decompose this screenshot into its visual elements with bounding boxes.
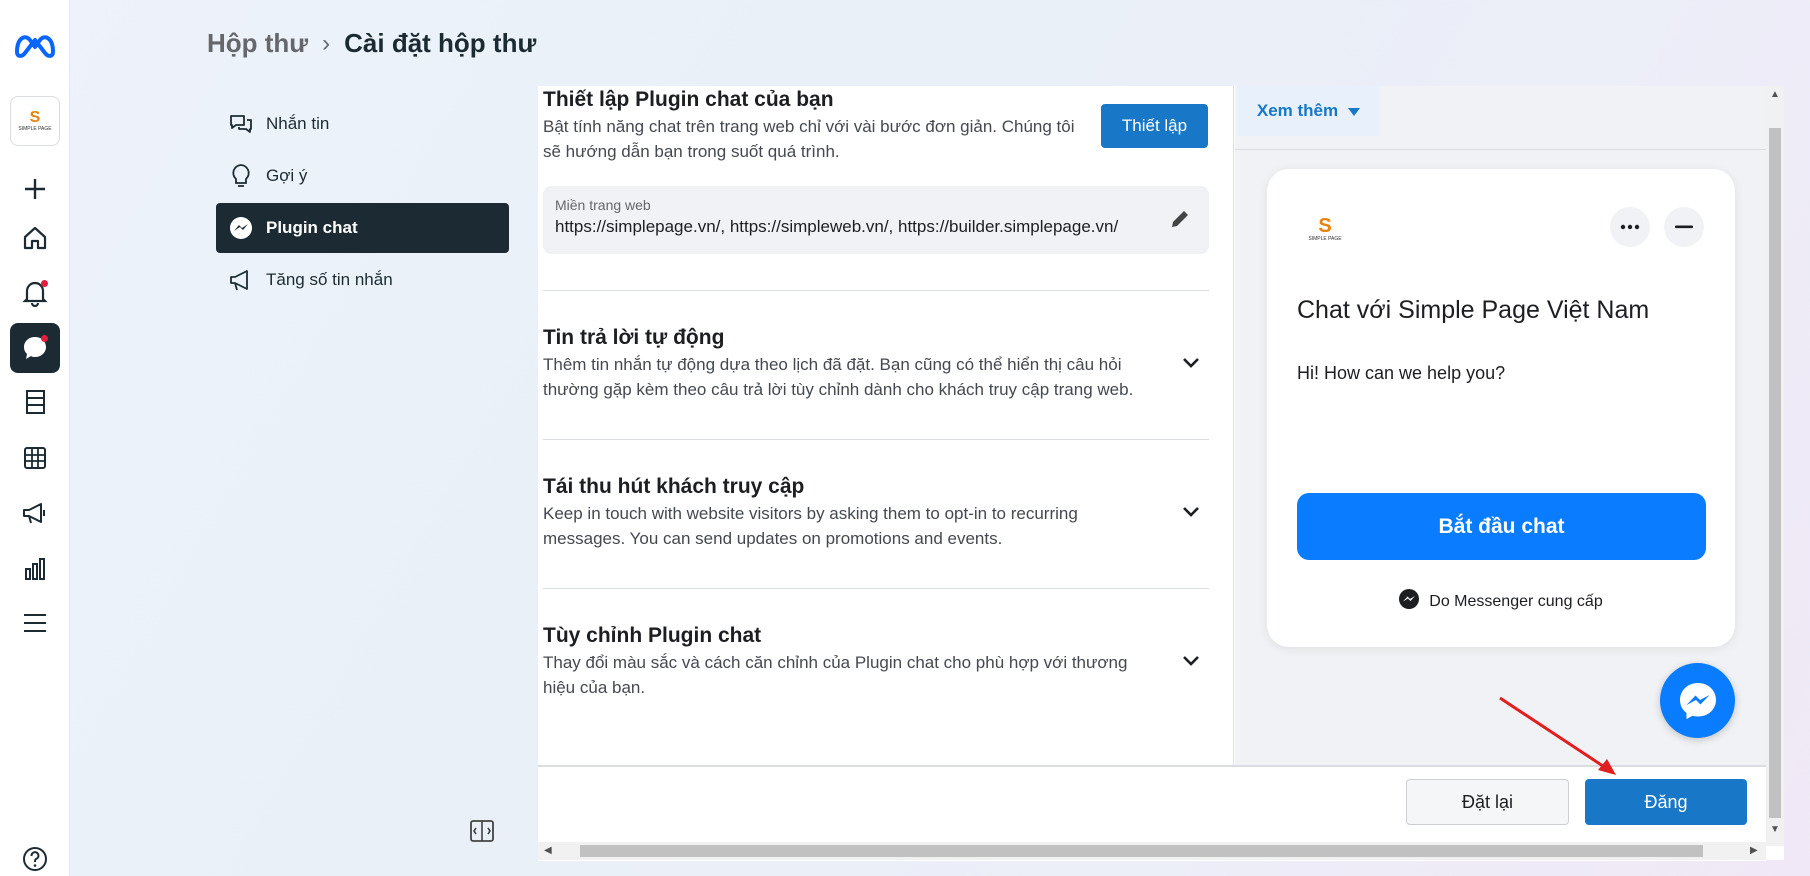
setup-section: Thiết lập Plugin chat của bạn Bật tính n…: [543, 88, 1083, 164]
page-logo-sub: SIMPLE PAGE: [1308, 236, 1342, 242]
left-rail: S SIMPLE PAGE: [0, 0, 70, 876]
megaphone-icon: [228, 267, 254, 293]
help-icon[interactable]: [22, 846, 48, 872]
meta-logo-icon[interactable]: [10, 20, 60, 70]
subnav-item-increase-messages[interactable]: Tăng số tin nhắn: [216, 255, 509, 305]
chat-bubble-icon[interactable]: [10, 323, 60, 373]
pages-icon[interactable]: [10, 377, 60, 427]
subnav-item-label: Gợi ý: [266, 166, 308, 185]
messenger-fab-icon[interactable]: [1660, 663, 1735, 738]
see-more-label: Xem thêm: [1256, 101, 1339, 120]
chevron-right-icon: ›: [322, 29, 331, 57]
page-avatar[interactable]: S SIMPLE PAGE: [10, 96, 60, 146]
scroll-left-icon[interactable]: ◀: [544, 845, 552, 856]
domain-value: https://simplepage.vn/, https://simplewe…: [555, 217, 1119, 236]
page-logo: S SIMPLE PAGE: [1303, 207, 1347, 251]
chat-title: Chat với Simple Page Việt Nam: [1297, 296, 1650, 324]
divider: [543, 439, 1209, 440]
reengage-section[interactable]: Tái thu hút khách truy cập Keep in touch…: [543, 475, 1123, 551]
divider: [543, 290, 1209, 291]
auto-reply-title: Tin trả lời tự động: [543, 326, 725, 349]
page-avatar-letter: S: [29, 109, 41, 126]
customize-desc: Thay đổi màu sắc và cách căn chỉnh của P…: [543, 653, 1128, 697]
page-avatar-sub: SIMPLE PAGE: [18, 126, 52, 132]
setup-title: Thiết lập Plugin chat của bạn: [543, 88, 834, 111]
customize-section[interactable]: Tùy chỉnh Plugin chat Thay đổi màu sắc v…: [543, 624, 1143, 700]
more-options-icon[interactable]: [1610, 207, 1650, 247]
notification-dot: [41, 335, 48, 342]
subnav-item-label: Plugin chat: [266, 218, 358, 237]
subnav-item-plugin-chat[interactable]: Plugin chat: [216, 203, 509, 253]
annotation-arrow-icon: [1499, 696, 1616, 775]
megaphone-icon[interactable]: [10, 488, 60, 538]
messenger-icon: [228, 215, 254, 241]
reengage-title: Tái thu hút khách truy cập: [543, 475, 805, 498]
auto-reply-section[interactable]: Tin trả lời tự động Thêm tin nhắn tự độn…: [543, 326, 1163, 402]
page-title: Cài đặt hộp thư: [344, 28, 537, 58]
plugin-preview: Xem thêm S SIMPLE PAGE Chat với Simple P…: [1235, 86, 1766, 766]
scrollbar-thumb[interactable]: [1769, 128, 1781, 818]
collapse-sidebar-icon[interactable]: [469, 818, 495, 844]
scrollbar-thumb[interactable]: [580, 845, 1703, 857]
pencil-icon[interactable]: [1169, 208, 1191, 230]
breadcrumb: Hộp thư › Cài đặt hộp thư: [207, 28, 536, 59]
setup-desc: Bật tính năng chat trên trang web chỉ vớ…: [543, 117, 1075, 161]
divider: [543, 588, 1209, 589]
scroll-down-icon[interactable]: ▼: [1770, 824, 1780, 835]
home-icon[interactable]: [10, 213, 60, 263]
notification-dot: [41, 280, 48, 287]
setup-button[interactable]: Thiết lập: [1101, 104, 1208, 148]
website-domain-field[interactable]: Miền trang web https://simplepage.vn/, h…: [543, 186, 1209, 254]
page-logo-letter: S: [1318, 215, 1332, 237]
lightbulb-icon: [228, 163, 254, 189]
bell-icon[interactable]: [10, 268, 60, 318]
chat-bubbles-icon: [228, 111, 254, 137]
chevron-down-icon[interactable]: [1179, 649, 1203, 673]
subnav-item-messaging[interactable]: Nhắn tin: [216, 99, 509, 149]
horizontal-scrollbar[interactable]: ◀ ▶: [538, 842, 1766, 860]
vertical-scrollbar[interactable]: ▲ ▼: [1766, 86, 1784, 846]
reset-button[interactable]: Đặt lại: [1406, 779, 1569, 825]
table-icon[interactable]: [10, 433, 60, 483]
settings-column: Thiết lập Plugin chat của bạn Bật tính n…: [538, 86, 1234, 766]
subnav-item-label: Tăng số tin nhắn: [266, 270, 393, 289]
subnav-item-label: Nhắn tin: [266, 114, 330, 133]
menu-icon[interactable]: [10, 598, 60, 648]
minimize-icon[interactable]: [1664, 207, 1704, 247]
scroll-up-icon[interactable]: ▲: [1770, 89, 1780, 100]
auto-reply-desc: Thêm tin nhắn tự động dựa theo lịch đã đ…: [543, 355, 1134, 399]
see-more-dropdown[interactable]: Xem thêm: [1237, 86, 1380, 136]
start-chat-button[interactable]: Bắt đầu chat: [1297, 493, 1706, 560]
chat-greeting: Hi! How can we help you?: [1297, 363, 1506, 383]
chevron-down-icon[interactable]: [1179, 500, 1203, 524]
powered-by-label: Do Messenger cung cấp: [1429, 592, 1603, 610]
chat-plugin-card: S SIMPLE PAGE Chat với Simple Page Việt …: [1267, 169, 1735, 647]
messenger-icon: [1399, 589, 1420, 614]
caret-down-icon: [1348, 101, 1361, 121]
domain-label: Miền trang web: [555, 197, 651, 213]
powered-by: Do Messenger cung cấp: [1267, 589, 1735, 614]
plus-icon[interactable]: [10, 164, 60, 214]
post-button[interactable]: Đăng: [1585, 779, 1747, 825]
divider: [1235, 149, 1766, 150]
reengage-desc: Keep in touch with website visitors by a…: [543, 504, 1078, 548]
customize-title: Tùy chỉnh Plugin chat: [543, 624, 762, 647]
scroll-right-icon[interactable]: ▶: [1750, 845, 1758, 856]
settings-subnav: Nhắn tin Gợi ý Plugin chat Tăng số tin n…: [216, 99, 509, 307]
bar-chart-icon[interactable]: [10, 544, 60, 594]
subnav-item-suggestions[interactable]: Gợi ý: [216, 151, 509, 201]
chevron-down-icon[interactable]: [1179, 351, 1203, 375]
breadcrumb-parent[interactable]: Hộp thư: [207, 28, 308, 59]
